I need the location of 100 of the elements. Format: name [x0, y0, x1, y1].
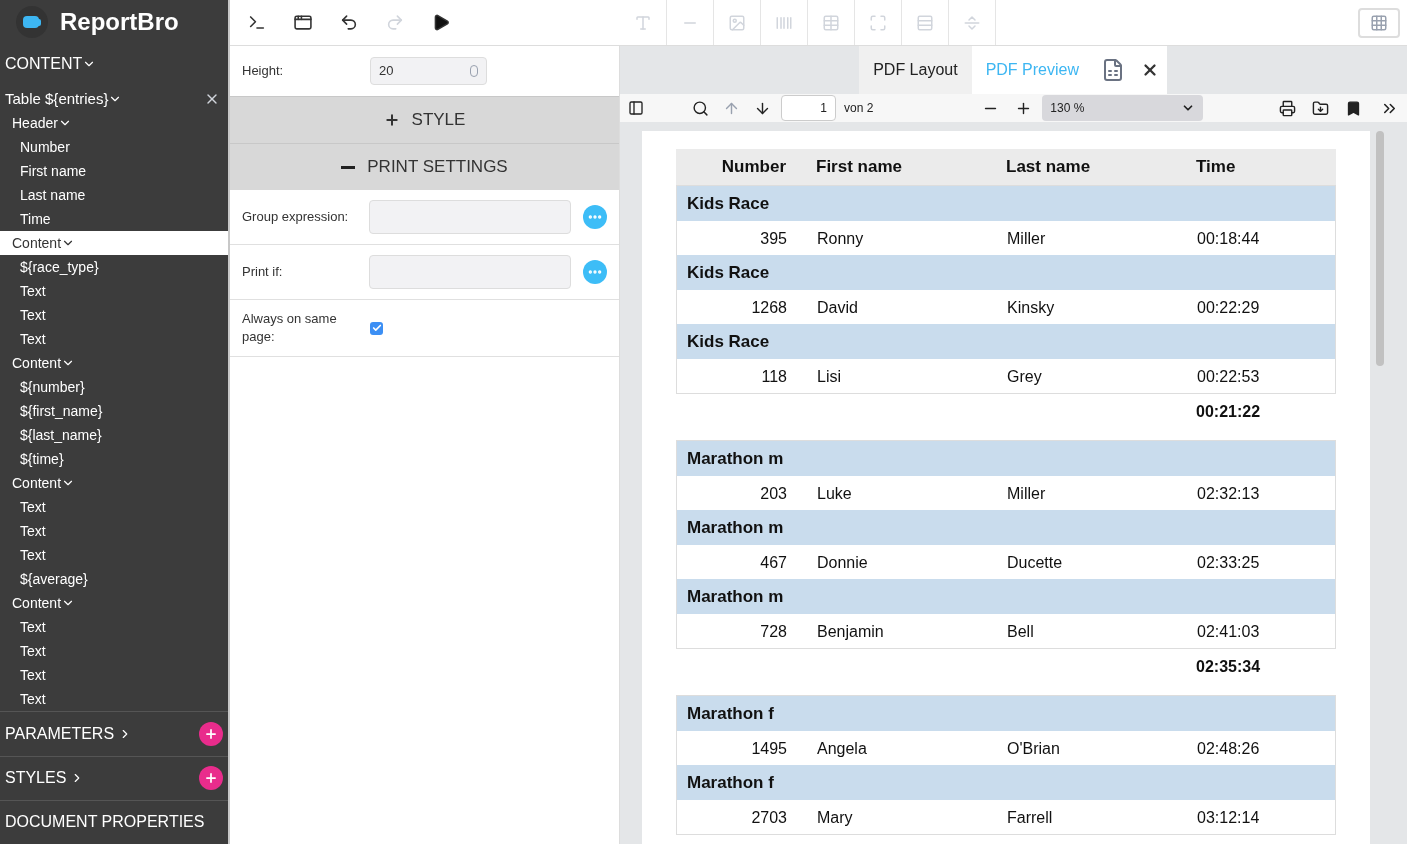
column-header: Time — [1195, 156, 1237, 179]
add-button[interactable] — [199, 766, 223, 791]
table-cell-text: 02:33:25 — [1196, 552, 1261, 573]
tree-item[interactable]: Time — [0, 207, 228, 232]
print-icon[interactable] — [1279, 99, 1296, 117]
table-cell-text: Angela — [816, 738, 868, 759]
table-cell-text: 728 — [759, 621, 788, 642]
tree-item[interactable]: ${last_name} — [0, 423, 228, 448]
tree-item[interactable]: ${race_type} — [0, 255, 228, 280]
bookmark-icon[interactable] — [1345, 99, 1362, 117]
section-header[interactable]: PRINT SETTINGS — [230, 143, 619, 190]
tree-item[interactable]: ${number} — [0, 375, 228, 400]
table-cell-text: Benjamin — [816, 621, 885, 642]
group-header-row: Marathon m — [677, 579, 1335, 615]
table-cell-text: 00:22:53 — [1196, 366, 1261, 387]
download-icon[interactable] — [1312, 99, 1329, 117]
table-cell-text: Ducette — [1006, 552, 1064, 573]
tree-item[interactable]: Text — [0, 519, 228, 544]
spreadsheet-icon[interactable] — [1101, 58, 1125, 82]
zoom-select[interactable]: 130 % — [1042, 95, 1204, 121]
tree-item[interactable]: Text — [0, 663, 228, 688]
average-time: 00:21:22 — [1195, 402, 1262, 422]
sidebar-section[interactable]: PARAMETERS — [0, 711, 228, 756]
tree-item[interactable]: Text — [0, 279, 228, 304]
table-cell-text: O'Brian — [1006, 738, 1061, 759]
plus-icon — [204, 771, 218, 786]
column-header: Last name — [1005, 156, 1092, 179]
page-field[interactable]: 1 — [781, 95, 836, 121]
tree-item[interactable]: Text — [0, 495, 228, 520]
tree-item[interactable]: Content — [0, 471, 228, 496]
tree-item[interactable]: Text — [0, 543, 228, 568]
table-cell-text: 2703 — [750, 807, 788, 828]
table-cell-text: Mary — [816, 807, 854, 828]
average-time: 02:35:34 — [1195, 657, 1262, 677]
sidebar-section[interactable]: STYLES — [0, 755, 228, 800]
tree-item[interactable]: Last name — [0, 183, 228, 208]
field-label: Print if: — [242, 263, 284, 282]
table-cell-text: 1268 — [750, 297, 788, 318]
page-count: von 2 — [844, 100, 874, 117]
checkbox[interactable] — [370, 321, 383, 335]
table-cell-text: Farrell — [1006, 807, 1054, 828]
sidebar-toggle-icon[interactable] — [628, 100, 644, 116]
table-cell-text: 1495 — [750, 738, 788, 759]
table-cell-text: 203 — [759, 483, 788, 504]
tree-item[interactable]: Text — [0, 303, 228, 328]
field-label: Always on same page: — [242, 310, 338, 346]
tree-item[interactable]: Text — [0, 639, 228, 664]
plus-icon — [383, 112, 400, 128]
logo-icon — [16, 6, 48, 39]
tree-item[interactable]: Table ${entries} — [0, 87, 228, 112]
group-header-row: Marathon f — [677, 696, 1335, 732]
expression-field[interactable] — [369, 200, 572, 234]
sidebar-section[interactable]: DOCUMENT PROPERTIES — [0, 799, 228, 844]
minus-icon — [341, 165, 356, 169]
search-icon[interactable] — [692, 99, 709, 117]
table-cell-text: 02:48:26 — [1196, 738, 1261, 759]
tree-item[interactable]: Content — [0, 591, 228, 616]
tree-item[interactable]: ${time} — [0, 447, 228, 472]
tree-item[interactable]: Header — [0, 111, 228, 136]
section-title[interactable]: CONTENT — [0, 44, 228, 84]
tree-item[interactable]: ${first_name} — [0, 399, 228, 424]
tree-item[interactable]: Content — [0, 231, 228, 256]
table-cell-text: 02:41:03 — [1196, 621, 1261, 642]
height-field[interactable]: 20 — [370, 57, 487, 85]
tree-item[interactable]: Content — [0, 351, 228, 376]
table-cell-text: Miller — [1006, 228, 1047, 249]
table-cell-text: 118 — [760, 366, 788, 387]
tree-item[interactable]: Text — [0, 615, 228, 640]
plus-icon — [204, 727, 218, 742]
tree-item[interactable]: ${average} — [0, 567, 228, 592]
group-header-row: Marathon m — [677, 510, 1335, 546]
table-cell-text: Bell — [1006, 621, 1035, 642]
group-header-row: Kids Race — [677, 255, 1335, 291]
tab[interactable]: PDF Layout — [859, 46, 972, 94]
logo-text: ReportBro — [60, 7, 179, 38]
table-cell-text: David — [816, 297, 859, 318]
close-icon[interactable] — [1141, 61, 1159, 79]
group-header-row: Kids Race — [677, 186, 1335, 222]
add-button[interactable] — [199, 722, 223, 747]
column-header: First name — [815, 156, 903, 179]
table-cell-text: 02:32:13 — [1196, 483, 1261, 504]
group-header-row: Kids Race — [677, 324, 1335, 360]
grid-button[interactable] — [1358, 7, 1400, 38]
table-cell-text: Luke — [816, 483, 853, 504]
tree-item[interactable]: Number — [0, 135, 228, 160]
field-label: Group expression: — [242, 208, 350, 227]
tree-item[interactable]: Text — [0, 327, 228, 352]
table-cell-text: 00:18:44 — [1196, 228, 1261, 249]
table-cell-text: Donnie — [816, 552, 869, 573]
tree-item[interactable]: First name — [0, 159, 228, 184]
section-header[interactable]: STYLE — [230, 96, 619, 143]
table-cell-text: Lisi — [816, 366, 842, 387]
table-cell-text: 395 — [759, 228, 788, 249]
group-header-row: Marathon f — [677, 765, 1335, 801]
group-header-row: Marathon m — [677, 441, 1335, 477]
field-label: Height: — [242, 62, 285, 81]
table-cell-text: 467 — [759, 552, 788, 573]
expression-field[interactable] — [369, 255, 572, 289]
tree-item[interactable]: Text — [0, 687, 228, 712]
table-cell-text: Grey — [1006, 366, 1043, 387]
